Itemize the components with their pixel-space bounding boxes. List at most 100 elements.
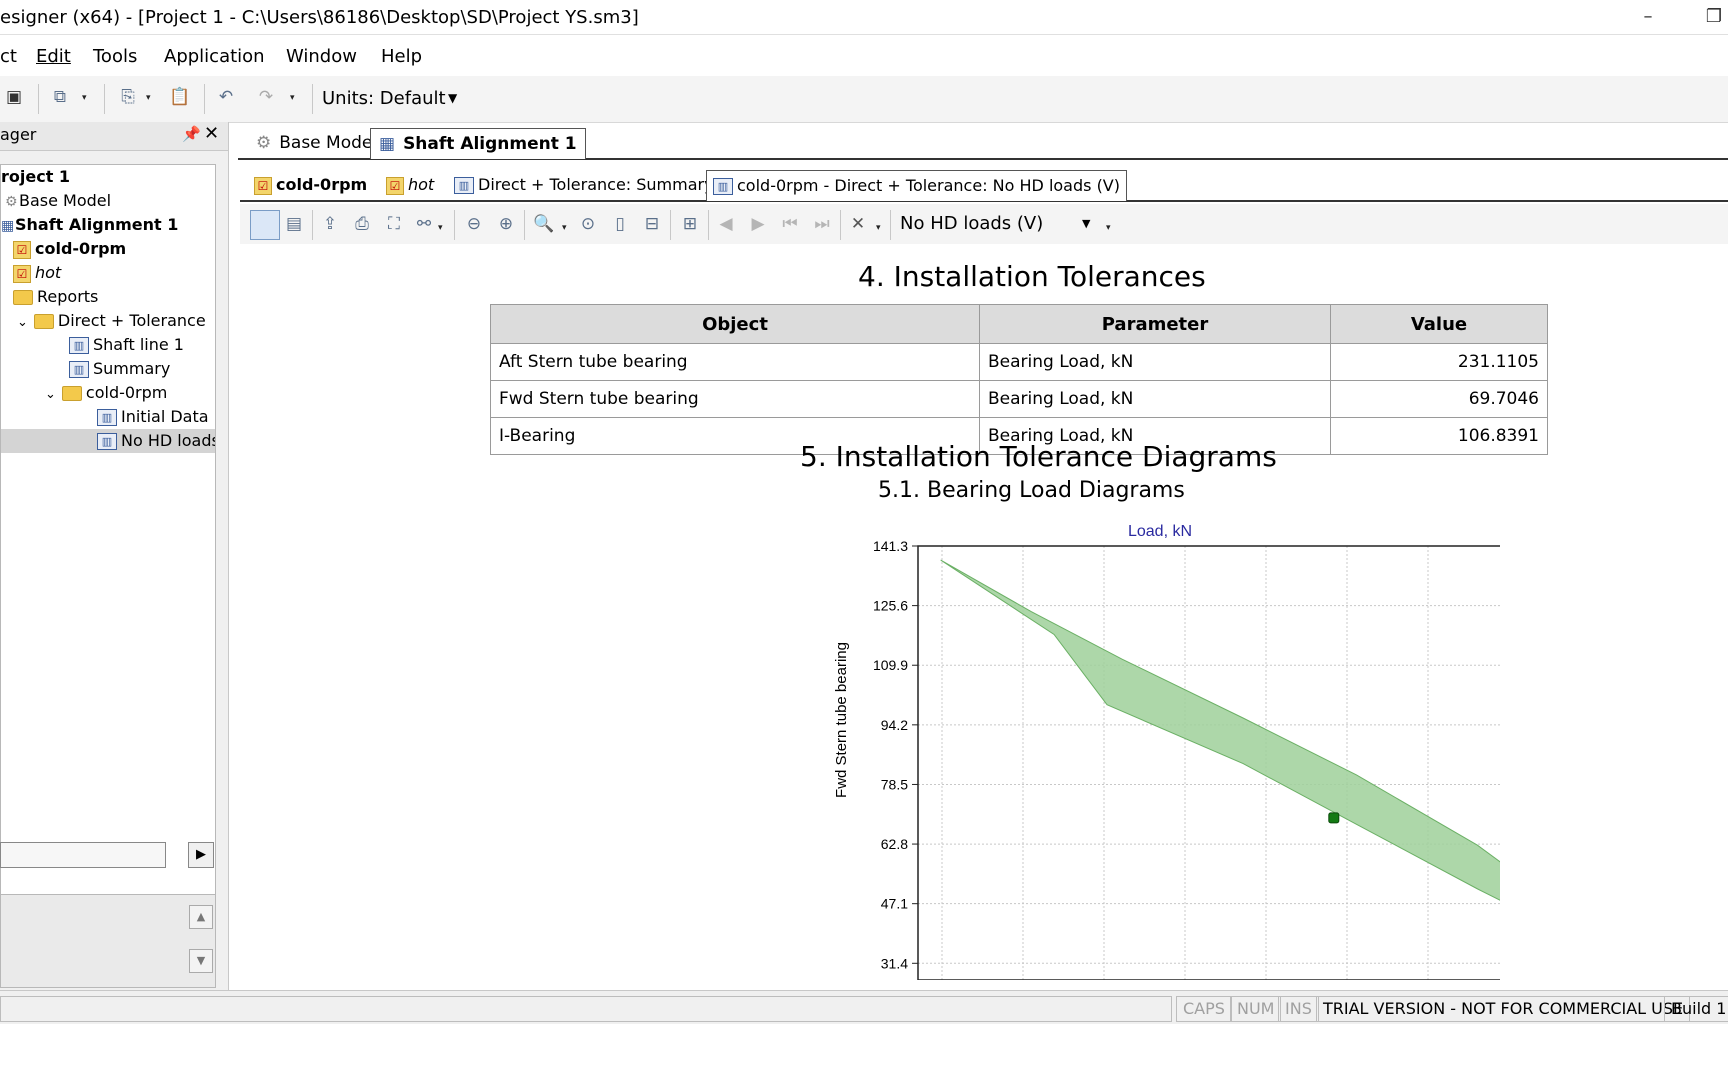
chevron-down-icon[interactable]: ▼ [448,86,457,110]
close-report-icon[interactable]: ✕ [846,212,870,236]
menu-project[interactable]: ct [0,46,17,67]
menu-help[interactable]: Help [381,46,422,67]
chevron-down-icon[interactable]: ⌄ [17,315,28,330]
dropdown-arrow-icon[interactable]: ▾ [146,94,154,103]
tree-item-label: cold-0rpm [35,239,127,258]
scroll-up-icon[interactable]: ▲ [189,905,213,929]
y-tick-label: 47.1 [881,896,908,912]
print-icon[interactable]: ⎙ [350,212,374,236]
tree-item-no-hd-loads[interactable]: ▥ No HD loads [1,429,215,453]
tab-direct-tolerance-summary[interactable]: ▥ Direct + Tolerance: Summary [448,170,720,200]
menu-edit[interactable]: Edit [36,46,71,67]
tab-shaft-alignment[interactable]: ▦ Shaft Alignment 1 [370,128,586,159]
undo-icon[interactable]: ↶ [214,85,238,109]
web-layout-icon[interactable] [250,210,280,240]
properties-icon[interactable]: ⧉ [48,85,72,109]
load-case-icon: ☑ [386,176,404,195]
tree-item-label: Base Model [19,191,112,210]
next-page-icon[interactable]: ▶ [746,212,770,236]
section-title: 4. Installation Tolerances [858,260,1206,293]
close-icon[interactable]: ✕ [204,123,219,144]
desktop-area [0,1024,1728,1080]
tree-horizontal-scrollbar[interactable] [0,842,166,868]
dropdown-arrow-icon[interactable]: ▾ [438,224,446,233]
tolerance-band [940,559,1500,901]
chart-y-axis-label: Fwd Stern tube bearing [833,642,850,798]
tab-hot[interactable]: ☑ hot [380,170,440,200]
scroll-down-icon[interactable]: ▼ [189,949,213,973]
tree-item-reports[interactable]: Reports [1,285,215,309]
page-layout-icon[interactable]: ▤ [282,212,306,236]
tree-item-label: Shaft Alignment 1 [15,215,179,234]
tab-cold-0rpm[interactable]: ☑ cold-0rpm [248,170,373,200]
outline-icon[interactable]: ⊞ [678,212,702,236]
export-icon[interactable]: ⇪ [318,212,342,236]
load-case-icon: ☑ [13,264,31,283]
main-toolbar: ▣ ⧉ ▾ ⎘ ▾ 📋 ↶ ↷ ▾ Units: Default ▼ [0,76,1728,123]
tree-item-shaft-alignment[interactable]: ▦Shaft Alignment 1 [1,213,215,237]
plot-frame [917,545,1500,980]
menu-window[interactable]: Window [286,46,357,67]
report-icon: ▥ [454,177,474,194]
page-width-icon[interactable]: ▯ [608,212,632,236]
tab-label: cold-0rpm [276,175,368,194]
tree-item-label: cold-0rpm [85,383,168,402]
find-icon[interactable]: ⚯ [412,212,436,236]
tree-item-project[interactable]: roject 1 [1,165,215,189]
save-icon[interactable]: ▣ [2,85,26,109]
tab-no-hd-loads[interactable]: ▥ cold-0rpm - Direct + Tolerance: No HD l… [706,170,1127,201]
units-selector[interactable]: Units: Default [322,84,446,114]
menu-bar: ct Edit Tools Application Window Help [0,34,1728,77]
zoom-in-icon[interactable]: ⊕ [494,212,518,236]
minimize-button[interactable]: – [1628,4,1668,30]
paste-icon[interactable]: 📋 [168,85,192,109]
case-select[interactable]: No HD loads (V) [896,210,1096,238]
zoom-icon[interactable]: 🔍 [532,212,556,236]
tree-item-initial-data[interactable]: ▥ Initial Data [1,405,215,429]
menu-tools[interactable]: Tools [93,46,137,67]
status-message-area [0,996,1172,1022]
redo-icon[interactable]: ↷ [254,85,278,109]
two-pages-icon[interactable]: ⊟ [640,212,664,236]
y-tick-label: 94.2 [881,717,908,733]
menu-application[interactable]: Application [164,46,265,67]
zoom-100-icon[interactable]: ⊙ [576,212,600,236]
table-cell: 106.8391 [1330,417,1548,455]
table-header: Value [1330,304,1548,344]
restore-button[interactable]: ❐ [1694,4,1728,30]
chart-y-ticks: 141.3 125.6 109.9 94.2 78.5 62.8 47.1 31.4 [873,538,918,971]
scroll-right-icon[interactable]: ▶ [188,842,214,868]
dropdown-arrow-icon[interactable]: ▾ [562,224,570,233]
tree-item-cold-0rpm[interactable]: ☑ cold-0rpm [1,237,215,261]
previous-page-icon[interactable]: ◀ [714,212,738,236]
folder-icon [33,314,54,329]
tree-item-shaft-line[interactable]: ▥ Shaft line 1 [1,333,215,357]
dropdown-arrow-icon[interactable]: ▾ [876,224,884,233]
report-toolbar: ▤ ⇪ ⎙ ⛶ ⚯ ▾ ⊖ ⊕ 🔍 ▾ ⊙ ▯ ⊟ ⊞ ◀ ▶ ⏮ ⏭ ✕ ▾ … [240,204,1728,244]
chevron-down-icon[interactable]: ⌄ [45,387,56,402]
pin-icon[interactable]: 📌 [182,125,201,143]
chevron-down-icon[interactable]: ▼ [1082,212,1090,236]
table-cell: 231.1105 [1330,343,1548,381]
tree-item-summary[interactable]: ▥ Summary [1,357,215,381]
bearing-load-chart: Load, kN Fwd Stern tube bearing 141.3 125… [833,523,1500,980]
tree-item-direct-tolerance[interactable]: ⌄ Direct + Tolerance [1,309,215,333]
copy-icon[interactable]: ⎘ [116,85,140,109]
fit-page-icon[interactable]: ⛶ [382,212,406,236]
last-page-icon[interactable]: ⏭ [810,212,834,236]
tab-label: hot [408,175,435,194]
tree-item-cold-0rpm-folder[interactable]: ⌄ cold-0rpm [1,381,215,405]
tab-base-model[interactable]: ⚙ Base Model [248,128,385,158]
dropdown-arrow-icon[interactable]: ▾ [82,94,90,103]
dropdown-arrow-icon[interactable]: ▾ [290,94,298,103]
tree-item-base-model[interactable]: ⚙Base Model [1,189,215,213]
caps-indicator: CAPS [1176,996,1232,1022]
first-page-icon[interactable]: ⏮ [778,212,802,236]
zoom-out-icon[interactable]: ⊖ [462,212,486,236]
title-bar: esigner (x64) - [Project 1 - C:\Users\86… [0,0,1728,34]
dropdown-arrow-icon[interactable]: ▾ [1106,224,1114,233]
tree-item-label: hot [35,263,62,282]
tree-item-hot[interactable]: ☑ hot [1,261,215,285]
table-row: Fwd Stern tube bearing Bearing Load, kN … [490,380,1548,418]
tree-item-label: Shaft line 1 [93,335,184,354]
